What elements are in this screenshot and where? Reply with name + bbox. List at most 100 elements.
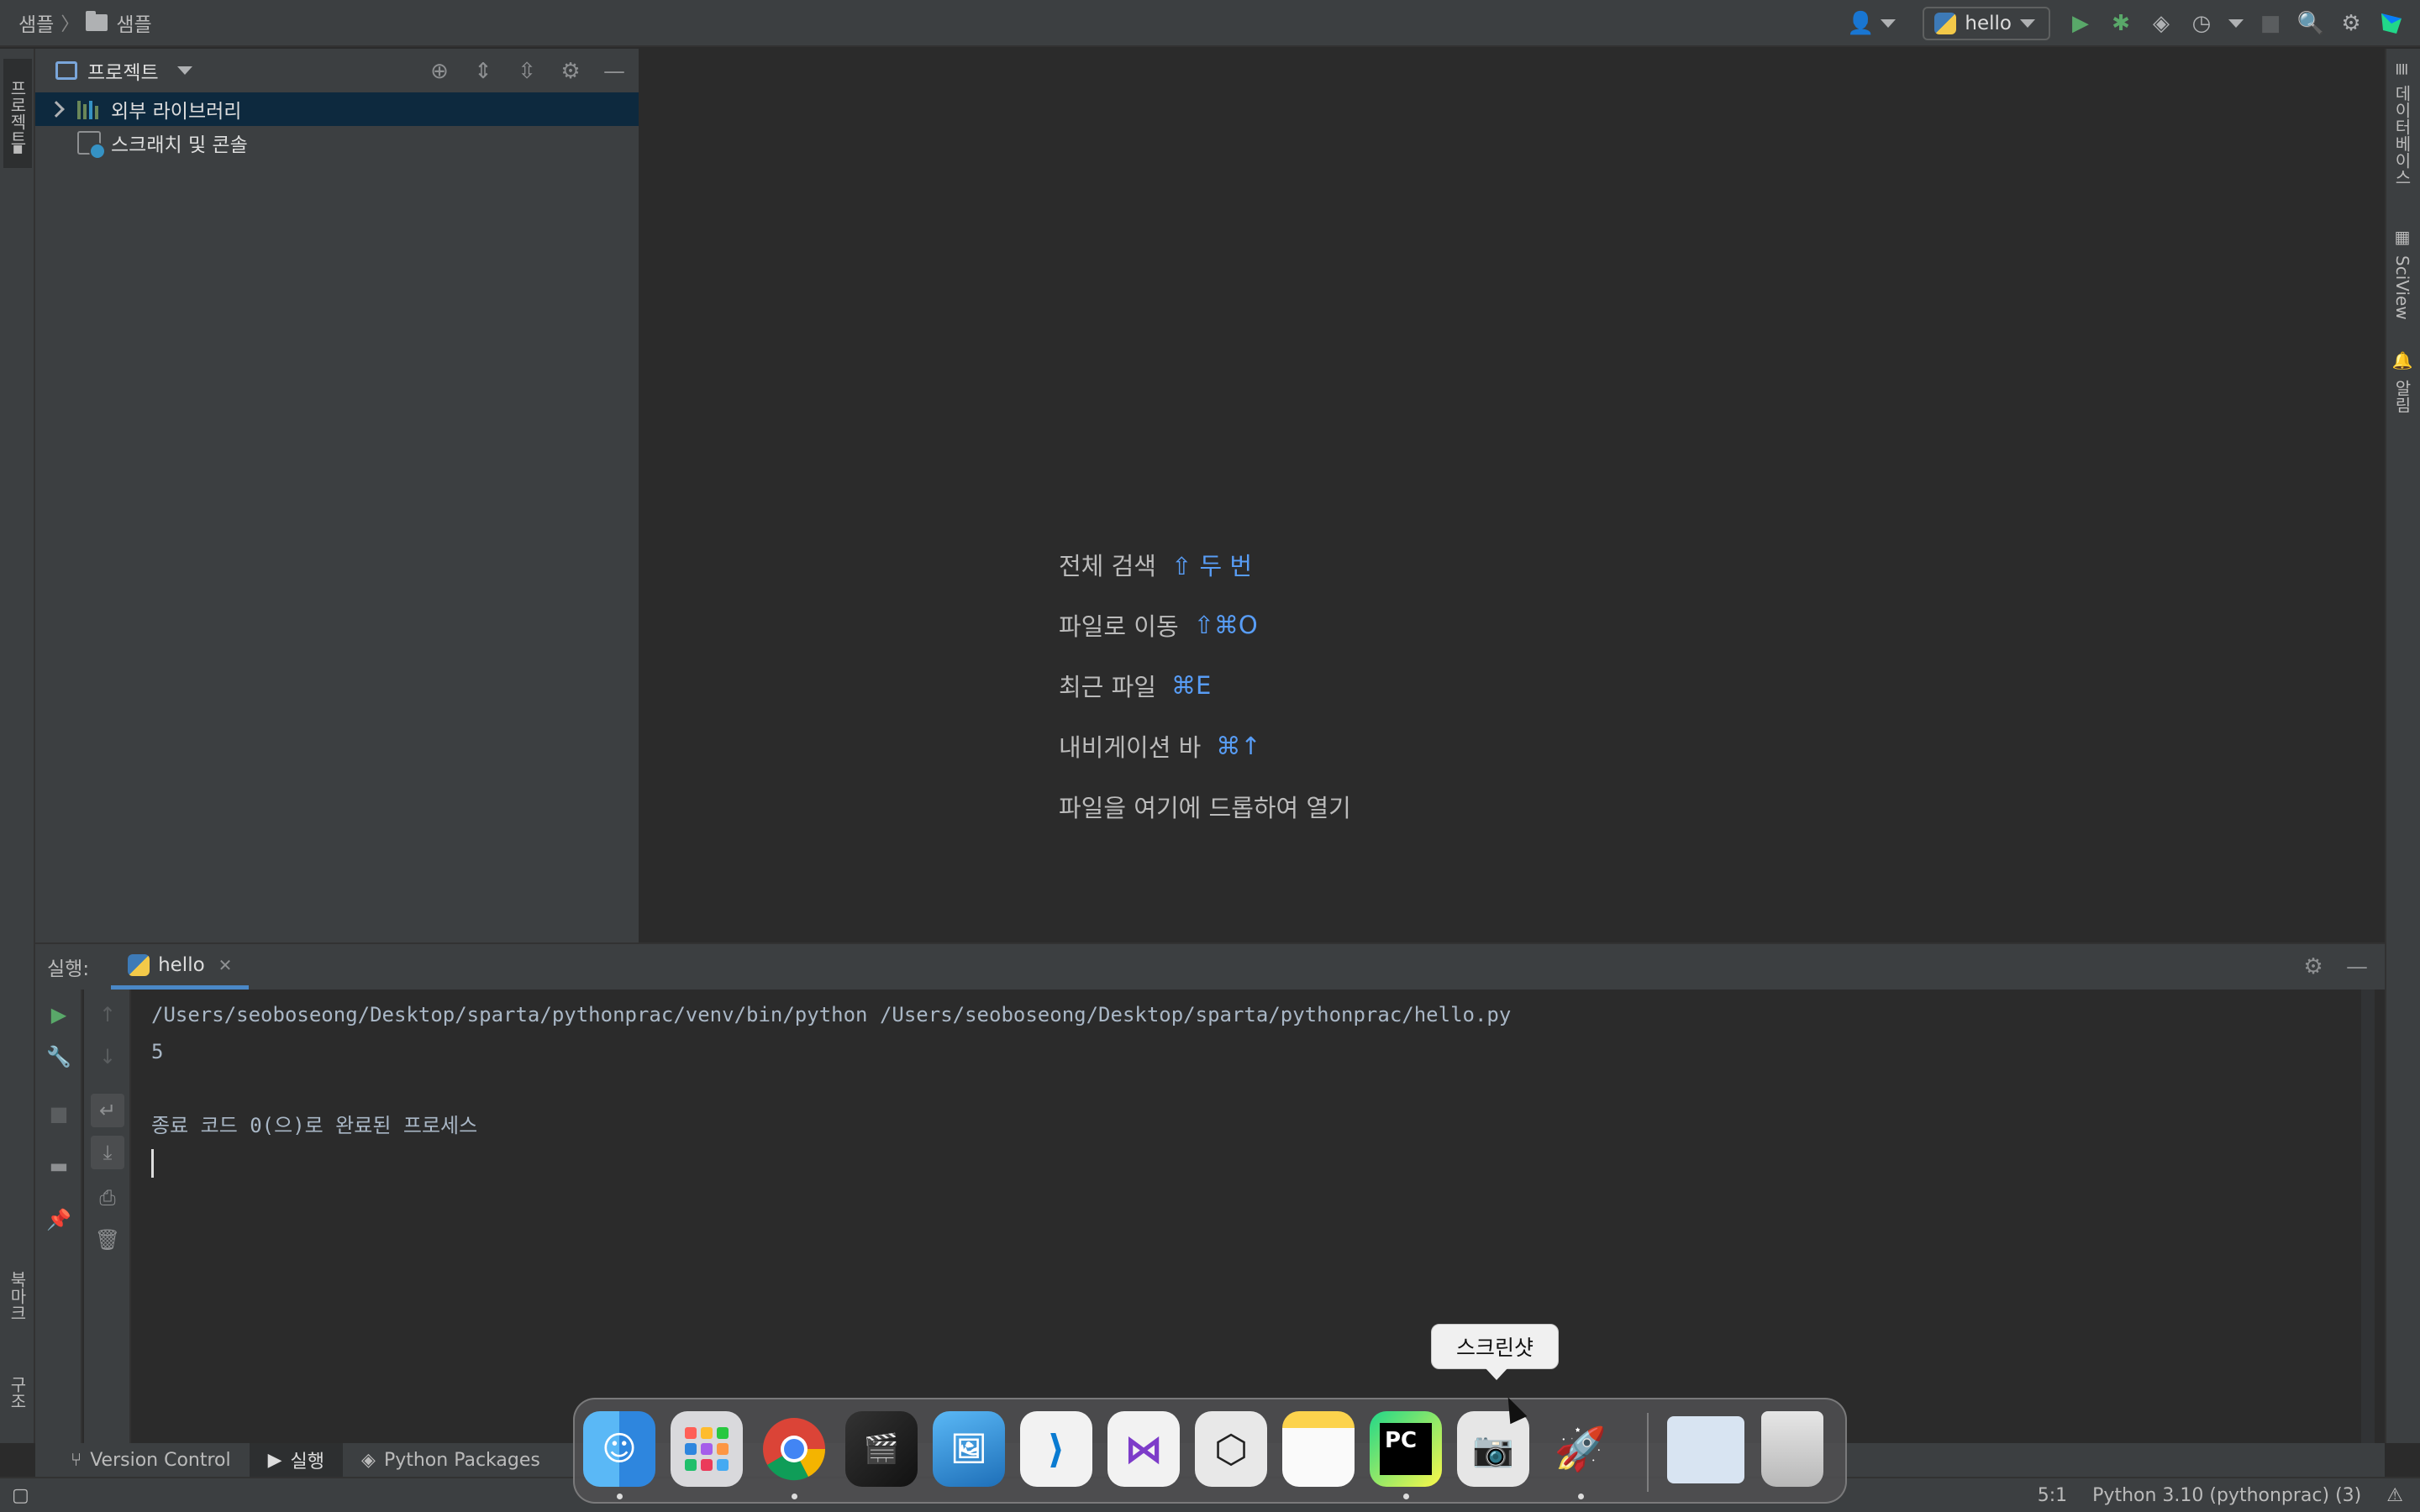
- scroll-to-end-icon[interactable]: ⤓: [91, 1136, 124, 1169]
- console-output[interactable]: /Users/seoboseong/Desktop/sparta/pythonp…: [151, 990, 2360, 1443]
- finder-icon[interactable]: ☺: [583, 1411, 655, 1487]
- visual-studio-icon[interactable]: ⋈: [1107, 1411, 1180, 1487]
- jetbrains-icon[interactable]: [2371, 3, 2412, 44]
- run-configuration-selector[interactable]: hello: [1923, 7, 2050, 40]
- run-toolbar-primary: ▶ 🔧 ■ ▬ 📌: [35, 990, 82, 1443]
- notifications-icon[interactable]: ⚠: [2386, 1485, 2403, 1506]
- text-cursor: [151, 1149, 154, 1178]
- project-panel-tools: ⊕ ⇕ ⇳ ⚙ —: [424, 55, 630, 87]
- sciview-tool-tab[interactable]: ▦ SciView: [2388, 227, 2417, 336]
- debug-icon[interactable]: ✱: [2101, 3, 2141, 44]
- soft-wrap-icon[interactable]: ↵: [91, 1094, 124, 1127]
- chevron-right-icon[interactable]: [48, 101, 65, 118]
- tab-python-packages[interactable]: ◈ Python Packages: [343, 1443, 559, 1477]
- running-indicator: [1578, 1494, 1584, 1499]
- tab-label: Version Control: [90, 1449, 231, 1471]
- launchpad-icon[interactable]: [671, 1411, 743, 1487]
- notes-icon[interactable]: [1282, 1411, 1355, 1487]
- hide-icon[interactable]: —: [598, 55, 630, 87]
- user-icon[interactable]: 👤: [1840, 3, 1881, 44]
- structure-tool-tab[interactable]: 구조: [3, 1359, 32, 1426]
- screenshot-icon[interactable]: 📷: [1457, 1411, 1529, 1487]
- gear-icon[interactable]: ⚙: [2331, 3, 2371, 44]
- project-panel: 프로젝트 ⊕ ⇕ ⇳ ⚙ — 외부 라이브러리 스크래치 및 콘솔: [35, 49, 640, 942]
- notifications-tool-tab[interactable]: 🔔 알림: [2388, 351, 2417, 435]
- pycharm-icon[interactable]: PC: [1370, 1411, 1442, 1487]
- tree-item-external-libraries[interactable]: 외부 라이브러리: [35, 92, 639, 126]
- rocket-icon[interactable]: 🚀: [1544, 1411, 1617, 1487]
- console-line: 종료 코드 0(으)로 완료된 프로세스: [151, 1114, 478, 1137]
- navigation-bar: 샘플 〉 샘플 👤 hello ▶ ✱ ◈ ◷ ■ 🔍 ⚙: [0, 0, 2420, 47]
- downloads-stack-icon[interactable]: [1667, 1416, 1744, 1483]
- console-input[interactable]: [151, 1144, 2360, 1181]
- hint-search-everywhere: 전체 검색 ⇧ 두 번: [1059, 534, 1351, 595]
- tab-version-control[interactable]: ⑂ Version Control: [52, 1443, 250, 1477]
- print-icon[interactable]: ⎙: [91, 1181, 124, 1215]
- run-icon[interactable]: ▶: [2060, 3, 2101, 44]
- trash-icon[interactable]: [1761, 1411, 1823, 1487]
- final-cut-pro-icon[interactable]: 🎬: [845, 1411, 918, 1487]
- editor-area[interactable]: 전체 검색 ⇧ 두 번 파일로 이동 ⇧⌘O 최근 파일 ⌘E 내비게이션 바 …: [642, 49, 2385, 942]
- running-indicator: [792, 1494, 797, 1499]
- right-tool-stripe: ≣ 데이터베이스 ▦ SciView 🔔 알림: [2385, 49, 2420, 1443]
- hint-label: 최근 파일: [1059, 673, 1156, 701]
- console-scrollbar[interactable]: [2361, 990, 2375, 1443]
- tool-window-toggle-icon[interactable]: ▢: [12, 1485, 29, 1506]
- branch-icon: ⑂: [71, 1449, 82, 1471]
- rerun-icon[interactable]: ▶: [42, 998, 76, 1032]
- unity-icon[interactable]: ⬡: [1195, 1411, 1267, 1487]
- bookmarks-tool-tab[interactable]: 북마크: [3, 1250, 32, 1342]
- database-tool-tab[interactable]: ≣ 데이터베이스: [2388, 62, 2417, 205]
- preview-icon[interactable]: 🖼: [933, 1411, 1005, 1487]
- gear-icon[interactable]: ⚙: [555, 55, 587, 87]
- database-tool-label: 데이터베이스: [2391, 84, 2412, 186]
- tree-item-label: 스크래치 및 콘솔: [111, 134, 248, 156]
- run-configuration-label: hello: [1965, 13, 2012, 34]
- hint-label: 파일로 이동: [1059, 612, 1179, 641]
- folder-icon: [86, 11, 108, 31]
- layout-icon[interactable]: ▬: [42, 1149, 76, 1183]
- search-icon[interactable]: 🔍: [2291, 3, 2331, 44]
- vscode-icon[interactable]: ⟩: [1020, 1411, 1092, 1487]
- caret-position[interactable]: 5:1: [2038, 1485, 2067, 1506]
- pin-icon[interactable]: 📌: [42, 1203, 76, 1236]
- console-line: /Users/seoboseong/Desktop/sparta/pythonp…: [151, 1003, 1512, 1026]
- hint-recent-files: 최근 파일 ⌘E: [1059, 655, 1351, 716]
- locate-icon[interactable]: ⊕: [424, 55, 455, 87]
- hide-icon[interactable]: —: [2341, 951, 2373, 983]
- profile-icon[interactable]: ◷: [2181, 3, 2222, 44]
- expand-all-icon[interactable]: ⇕: [467, 55, 499, 87]
- stop-icon[interactable]: ■: [42, 1097, 76, 1131]
- running-indicator: [617, 1494, 623, 1499]
- project-panel-title[interactable]: 프로젝트: [87, 56, 159, 85]
- stop-icon[interactable]: ■: [2250, 3, 2291, 44]
- tree-item-scratches[interactable]: 스크래치 및 콘솔: [35, 126, 639, 160]
- layers-icon: ◈: [361, 1449, 376, 1471]
- breadcrumb-project[interactable]: 샘플: [18, 8, 54, 37]
- coverage-icon[interactable]: ◈: [2141, 3, 2181, 44]
- run-tool-label: 실행:: [47, 958, 90, 980]
- console-line: 5: [151, 1040, 164, 1063]
- trash-icon[interactable]: 🗑: [91, 1223, 124, 1257]
- collapse-all-icon[interactable]: ⇳: [511, 55, 543, 87]
- hint-label: 전체 검색: [1059, 552, 1156, 580]
- folder-icon[interactable]: ▪: [3, 133, 32, 163]
- interpreter-selector[interactable]: Python 3.10 (pythonprac) (3): [2092, 1485, 2361, 1506]
- close-icon[interactable]: ✕: [218, 955, 233, 975]
- arrow-up-icon[interactable]: ↑: [91, 998, 124, 1032]
- gear-icon[interactable]: ⚙: [2297, 951, 2329, 983]
- tab-run[interactable]: ▶ 실행: [249, 1443, 344, 1477]
- tree-item-label: 외부 라이브러리: [111, 101, 242, 123]
- run-tab-hello[interactable]: hello ✕: [111, 944, 250, 990]
- chevron-down-icon[interactable]: [176, 66, 192, 75]
- left-tool-stripe: 프로젝트 ▪ 북마크 구조: [0, 49, 35, 1443]
- chevron-down-icon[interactable]: [2228, 19, 2244, 28]
- wrench-icon[interactable]: 🔧: [42, 1040, 76, 1074]
- arrow-down-icon[interactable]: ↓: [91, 1040, 124, 1074]
- macos-dock: ☺ 🎬 🖼 ⟩ ⋈ ⬡ PC 📷 🚀: [573, 1398, 1847, 1504]
- breadcrumb-folder[interactable]: 샘플: [116, 8, 151, 37]
- chevron-down-icon[interactable]: [1881, 19, 1897, 28]
- chrome-icon[interactable]: [758, 1411, 830, 1487]
- editor-empty-hints: 전체 검색 ⇧ 두 번 파일로 이동 ⇧⌘O 최근 파일 ⌘E 내비게이션 바 …: [1059, 534, 1351, 837]
- run-tab-label: hello: [158, 953, 205, 976]
